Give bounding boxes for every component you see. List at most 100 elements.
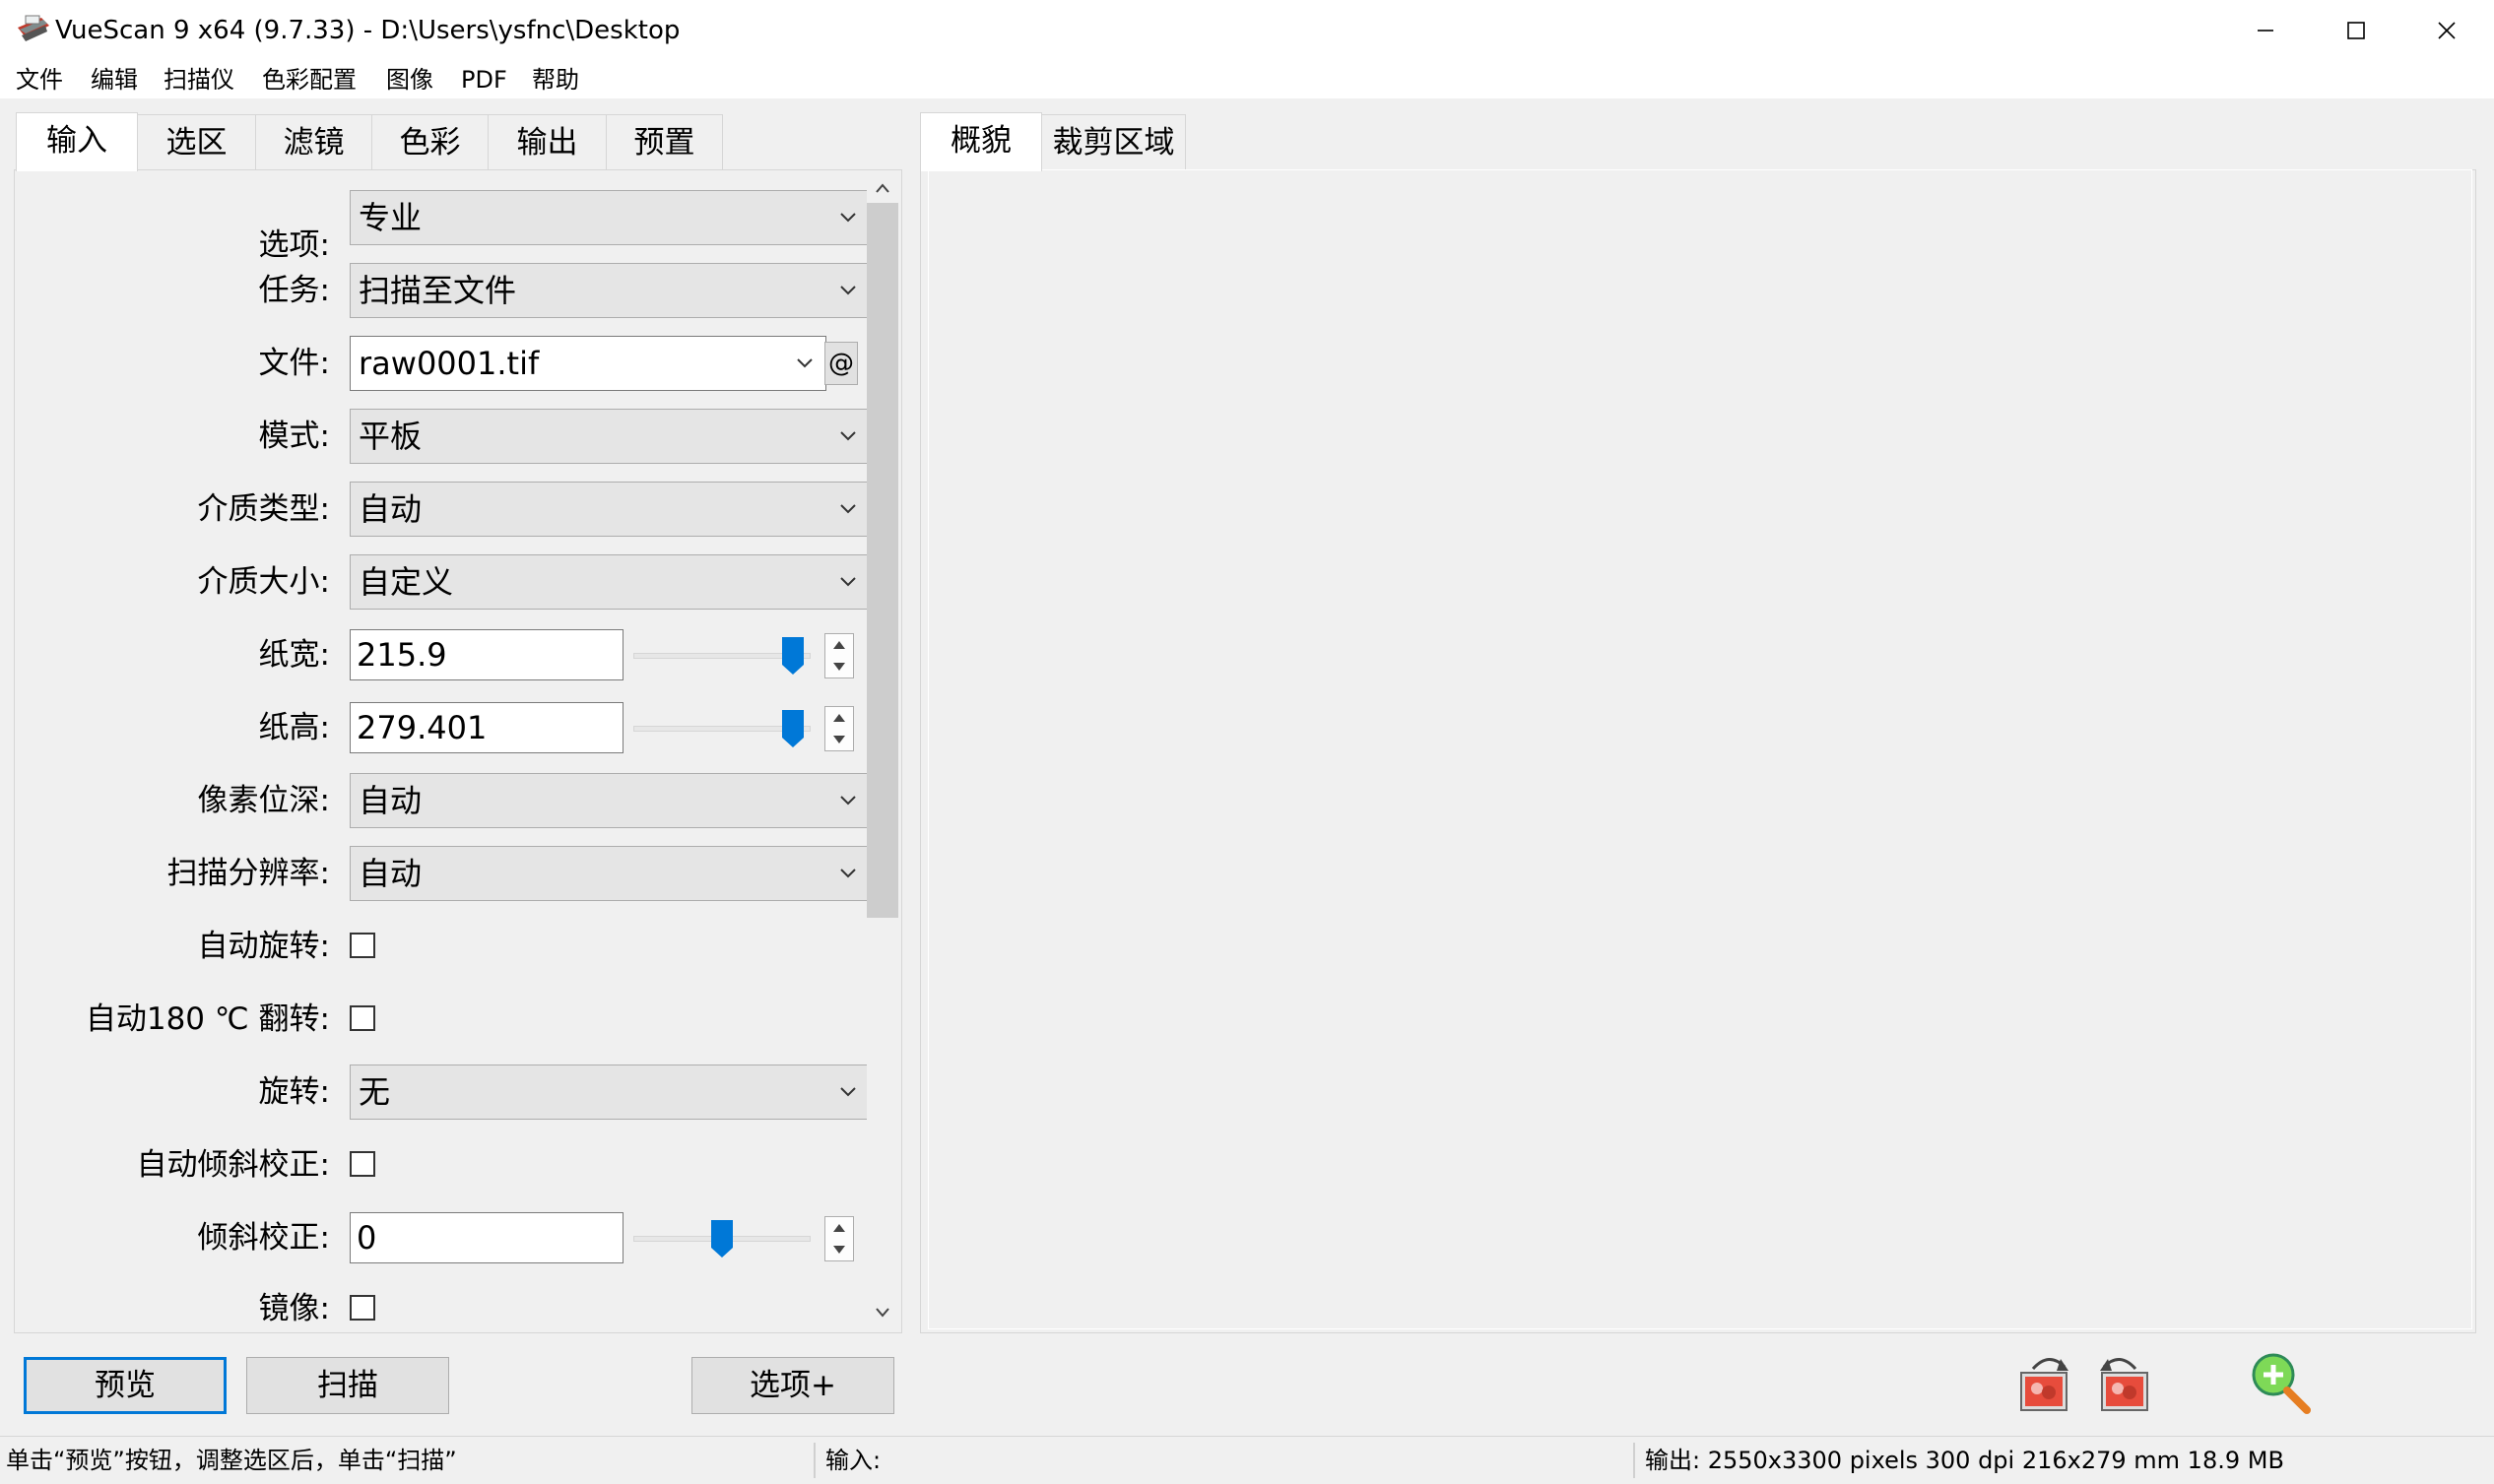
tab-output[interactable]: 输出	[489, 114, 607, 169]
menu-image[interactable]: 图像	[386, 61, 433, 98]
minimize-icon	[2258, 30, 2273, 32]
menu-file[interactable]: 文件	[16, 61, 63, 98]
menu-bar: 文件 编辑 扫描仪 色彩配置 图像 PDF 帮助	[0, 61, 2494, 98]
mirror-checkbox[interactable]	[350, 1295, 375, 1321]
maximize-icon	[2347, 22, 2365, 39]
deskew-slider-thumb[interactable]	[711, 1220, 733, 1258]
maximize-button[interactable]	[2311, 0, 2401, 61]
tab-selection[interactable]: 选区	[138, 114, 256, 169]
file-name-macro-button[interactable]: @	[824, 342, 858, 385]
bit-depth-label: 像素位深:	[197, 783, 330, 818]
auto-flip-checkbox[interactable]	[350, 1005, 375, 1031]
rotate-right-icon	[2100, 1358, 2148, 1411]
rotation-value: 无	[359, 1073, 391, 1111]
menu-edit[interactable]: 编辑	[91, 61, 138, 98]
spin-up-icon[interactable]	[825, 1217, 853, 1239]
minimize-button[interactable]	[2220, 0, 2311, 61]
file-name-combo[interactable]: raw0001.tif	[350, 336, 826, 391]
close-icon	[2438, 22, 2456, 39]
spin-up-icon[interactable]	[825, 707, 853, 729]
media-type-dropdown[interactable]: 自动	[350, 482, 870, 537]
settings-panel: 选项: 专业 任务: 扫描至文件 文件: raw0001.tif @ 模式: 平…	[14, 169, 902, 1333]
mirror-label: 镜像:	[258, 1291, 330, 1326]
chevron-down-icon	[840, 869, 856, 878]
window-title: VueScan 9 x64 (9.7.33) - D:\Users\ysfnc\…	[55, 16, 681, 45]
status-hint: 单击“预览”按钮，调整选区后，单击“扫描”	[6, 1447, 457, 1474]
status-input: 输入:	[825, 1447, 882, 1474]
paper-width-input[interactable]: 215.9	[350, 629, 624, 680]
task-label: 任务:	[258, 273, 330, 308]
deskew-label: 倾斜校正:	[197, 1220, 330, 1256]
tab-prefs[interactable]: 预置	[607, 114, 723, 169]
status-separator	[814, 1443, 816, 1478]
preview-canvas[interactable]	[928, 169, 2472, 1329]
rotate-left-button[interactable]	[2013, 1349, 2074, 1416]
scroll-up-icon[interactable]	[867, 175, 898, 201]
spin-down-icon[interactable]	[825, 1239, 853, 1260]
auto-deskew-checkbox[interactable]	[350, 1151, 375, 1177]
chevron-down-icon	[797, 358, 813, 368]
menu-scanner[interactable]: 扫描仪	[164, 61, 234, 98]
menu-help[interactable]: 帮助	[532, 61, 579, 98]
spin-down-icon[interactable]	[825, 656, 853, 677]
resolution-label: 扫描分辨率:	[166, 856, 330, 891]
media-type-label: 介质类型:	[197, 491, 330, 527]
chevron-down-icon	[840, 1087, 856, 1097]
zoom-in-icon	[2252, 1353, 2311, 1414]
spin-down-icon[interactable]	[825, 729, 853, 750]
tab-color[interactable]: 色彩	[372, 114, 489, 169]
file-name-value: raw0001.tif	[359, 345, 540, 382]
deskew-spinner[interactable]	[824, 1216, 854, 1261]
task-dropdown[interactable]: 扫描至文件	[350, 263, 870, 318]
tab-filter[interactable]: 滤镜	[256, 114, 372, 169]
scanner-app-icon	[16, 14, 51, 45]
tab-crop-area[interactable]: 裁剪区域	[1042, 114, 1186, 169]
rotation-label: 旋转:	[258, 1074, 330, 1110]
media-type-value: 自动	[359, 490, 423, 528]
paper-height-slider-thumb[interactable]	[782, 710, 804, 747]
resolution-dropdown[interactable]: 自动	[350, 846, 870, 901]
scan-button[interactable]: 扫描	[246, 1357, 449, 1414]
settings-scrollbar-thumb[interactable]	[867, 203, 898, 918]
media-size-dropdown[interactable]: 自定义	[350, 554, 870, 610]
auto-rotate-checkbox[interactable]	[350, 933, 375, 958]
menu-pdf[interactable]: PDF	[461, 61, 507, 98]
paper-width-spinner[interactable]	[824, 633, 854, 678]
chevron-down-icon	[840, 431, 856, 441]
tab-overview[interactable]: 概貌	[920, 112, 1042, 171]
resolution-value: 自动	[359, 855, 423, 892]
rotation-dropdown[interactable]: 无	[350, 1065, 870, 1120]
preview-button[interactable]: 预览	[24, 1357, 227, 1414]
paper-width-slider-thumb[interactable]	[782, 637, 804, 675]
rotate-right-button[interactable]	[2094, 1349, 2155, 1416]
bit-depth-value: 自动	[359, 782, 423, 819]
scroll-down-icon[interactable]	[867, 1300, 898, 1325]
media-size-label: 介质大小:	[197, 564, 330, 600]
bit-depth-dropdown[interactable]: 自动	[350, 773, 870, 828]
mode-label: 模式:	[258, 419, 330, 454]
title-bar: VueScan 9 x64 (9.7.33) - D:\Users\ysfnc\…	[0, 0, 2494, 61]
deskew-input[interactable]: 0	[350, 1212, 624, 1263]
options-value: 专业	[359, 199, 423, 236]
paper-width-label: 纸宽:	[258, 637, 330, 673]
spin-up-icon[interactable]	[825, 634, 853, 656]
paper-height-spinner[interactable]	[824, 706, 854, 751]
auto-flip-label: 自动180 ℃ 翻转:	[85, 1001, 330, 1037]
menu-color-profile[interactable]: 色彩配置	[262, 61, 357, 98]
status-bar: 单击“预览”按钮，调整选区后，单击“扫描” 输入: 输出: 2550x3300 …	[0, 1436, 2494, 1483]
more-options-button[interactable]: 选项+	[691, 1357, 894, 1414]
tab-input[interactable]: 输入	[16, 112, 138, 171]
task-value: 扫描至文件	[359, 272, 517, 309]
status-output: 输出: 2550x3300 pixels 300 dpi 216x279 mm …	[1645, 1447, 2284, 1474]
media-size-value: 自定义	[359, 563, 454, 601]
mode-dropdown[interactable]: 平板	[350, 409, 870, 464]
zoom-in-button[interactable]	[2246, 1349, 2315, 1418]
paper-height-input[interactable]: 279.401	[350, 702, 624, 753]
paper-height-label: 纸高:	[258, 710, 330, 745]
options-dropdown[interactable]: 专业	[350, 190, 870, 245]
chevron-down-icon	[840, 796, 856, 806]
chevron-down-icon	[840, 577, 856, 587]
file-label: 文件:	[258, 346, 330, 381]
auto-deskew-label: 自动倾斜校正:	[136, 1147, 330, 1183]
close-button[interactable]	[2401, 0, 2492, 61]
